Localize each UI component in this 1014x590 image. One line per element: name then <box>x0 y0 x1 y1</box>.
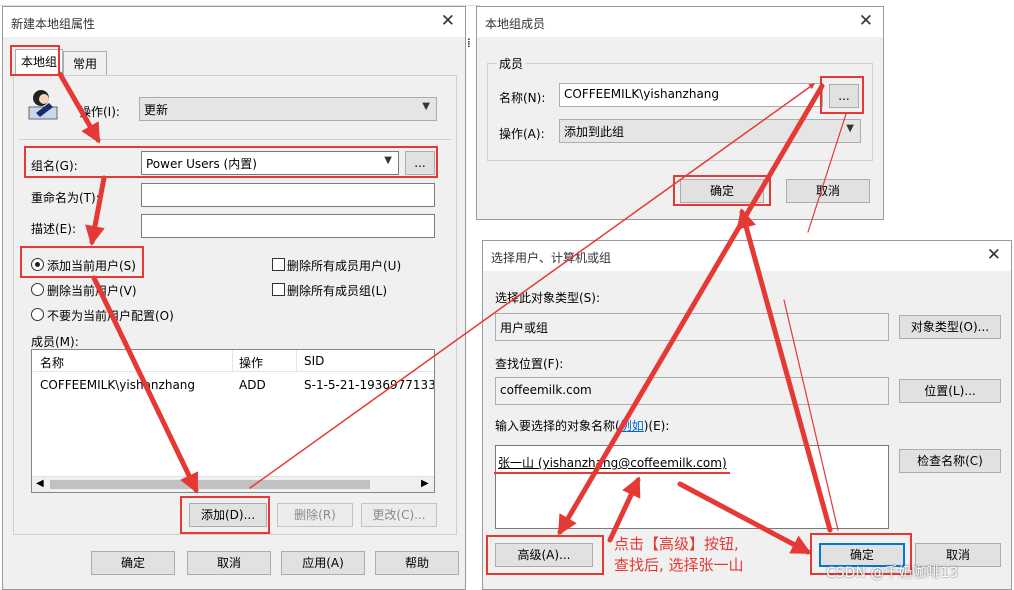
member-name-input[interactable]: COFFEEMILK\yishanzhang <box>559 83 823 107</box>
enter-names-label-suffix: )(E): <box>643 419 670 433</box>
change-button[interactable]: 更改(C)... <box>361 503 437 527</box>
member-action-cell: ADD <box>239 378 266 392</box>
enter-names-label: 输入要选择的对象名称(例如)(E): <box>495 417 669 434</box>
annotation-text: 点击【高级】按钮, 查找后, 选择张一山 <box>614 534 744 576</box>
checkbox-delete-groups-label: 删除所有成员组(L) <box>287 284 388 298</box>
table-row[interactable]: COFFEEMILK\yishanzhang ADD S-1-5-21-1936… <box>32 376 434 396</box>
member-name-label: 名称(N): <box>499 91 546 105</box>
horizontal-scrollbar[interactable]: ◀ ▶ <box>32 476 434 492</box>
highlight-add-current-user <box>20 246 144 278</box>
scroll-left-icon[interactable]: ◀ <box>36 478 44 489</box>
highlight-member-browse <box>820 76 864 114</box>
dialog-title: 本地组成员 <box>485 17 546 31</box>
highlight-group-name-row <box>24 146 438 178</box>
close-icon[interactable]: ✕ <box>987 246 1001 264</box>
chevron-down-icon: ▼ <box>422 101 430 112</box>
member-name-cell: COFFEEMILK\yishanzhang <box>40 378 196 392</box>
rename-input[interactable] <box>141 183 435 207</box>
help-button[interactable]: 帮助 <box>375 551 459 575</box>
background-marker: ⁞ <box>467 36 471 50</box>
check-names-button[interactable]: 检查名称(C) <box>899 449 1001 473</box>
entered-object-name: 张一山 (yishanzhang@coffeemilk.com) <box>498 456 727 470</box>
separator <box>19 139 451 140</box>
location-label: 查找位置(F): <box>495 357 564 371</box>
checkbox-delete-users[interactable] <box>272 258 285 271</box>
highlight-member-ok <box>673 175 771 206</box>
select-users-titlebar: 选择用户、计算机或组 ✕ <box>483 241 1011 271</box>
description-input[interactable] <box>141 214 435 238</box>
tab-common[interactable]: 常用 <box>63 51 107 77</box>
members-label: 成员(M): <box>31 335 79 349</box>
members-groupbox-label: 成员 <box>497 55 526 72</box>
column-header-name[interactable]: 名称 <box>40 354 64 371</box>
highlight-local-group-tab <box>10 45 60 76</box>
annotation-line-2: 查找后, 选择张一山 <box>614 556 744 574</box>
members-list[interactable]: 名称 操作 SID COFFEEMILK\yishanzhang ADD S-1… <box>31 349 435 493</box>
object-types-button[interactable]: 对象类型(O)... <box>899 315 1001 339</box>
column-divider <box>296 350 297 372</box>
annotation-line-1: 点击【高级】按钮, <box>614 535 739 553</box>
chevron-down-icon: ▼ <box>846 123 854 134</box>
close-icon[interactable]: ✕ <box>859 12 873 30</box>
members-groupbox <box>487 63 873 161</box>
locations-button[interactable]: 位置(L)... <box>899 379 1001 403</box>
underline-entered-name <box>494 472 730 474</box>
examples-link[interactable]: 例如 <box>620 419 644 433</box>
object-type-label: 选择此对象类型(S): <box>495 291 601 305</box>
close-icon[interactable]: ✕ <box>441 12 455 30</box>
radio-no-config-label: 不要为当前用户配置(O) <box>47 309 174 323</box>
ok-button[interactable]: 确定 <box>91 551 175 575</box>
highlight-add-button <box>180 496 270 534</box>
scrollbar-thumb[interactable] <box>50 480 370 489</box>
column-divider <box>232 350 233 372</box>
member-sid-cell: S-1-5-21-1936977133... <box>304 378 434 392</box>
group-properties-titlebar: 新建本地组属性 ✕ <box>3 7 465 37</box>
radio-remove-current-user[interactable] <box>31 283 44 296</box>
description-label: 描述(E): <box>31 222 76 236</box>
column-header-action[interactable]: 操作 <box>239 354 263 371</box>
dialog-title: 选择用户、计算机或组 <box>491 251 612 265</box>
watermark: CSDN @千奶咖啡13 <box>826 565 959 581</box>
member-action-value: 添加到此组 <box>564 125 625 139</box>
cancel-button[interactable]: 取消 <box>187 551 271 575</box>
members-list-header: 名称 操作 SID <box>32 350 434 372</box>
action-dropdown-value: 更新 <box>144 103 169 117</box>
checkbox-delete-groups[interactable] <box>272 283 285 296</box>
column-header-sid[interactable]: SID <box>304 354 324 368</box>
remove-button[interactable]: 删除(R) <box>277 503 353 527</box>
local-group-member-titlebar: 本地组成员 ✕ <box>477 7 883 37</box>
action-dropdown[interactable]: 更新 ▼ <box>139 97 437 121</box>
object-names-textarea[interactable]: 张一山 (yishanzhang@coffeemilk.com) <box>495 445 889 529</box>
member-action-dropdown[interactable]: 添加到此组 ▼ <box>559 119 861 143</box>
member-cancel-button[interactable]: 取消 <box>786 179 870 203</box>
highlight-advanced-button <box>486 535 604 575</box>
object-type-field: 用户或组 <box>495 313 889 341</box>
checkbox-delete-users-label: 删除所有成员用户(U) <box>287 259 402 273</box>
enter-names-label-prefix: 输入要选择的对象名称( <box>495 419 620 433</box>
radio-no-config[interactable] <box>31 308 44 321</box>
apply-button[interactable]: 应用(A) <box>281 551 365 575</box>
rename-label: 重命名为(T): <box>31 191 100 205</box>
users-group-icon <box>27 87 61 124</box>
location-field: coffeemilk.com <box>495 377 889 405</box>
dialog-title: 新建本地组属性 <box>11 17 96 31</box>
radio-remove-current-user-label: 删除当前用户(V) <box>47 284 137 298</box>
member-action-label: 操作(A): <box>499 127 545 141</box>
action-label: 操作(I): <box>79 105 120 119</box>
scroll-right-icon[interactable]: ▶ <box>421 478 429 489</box>
